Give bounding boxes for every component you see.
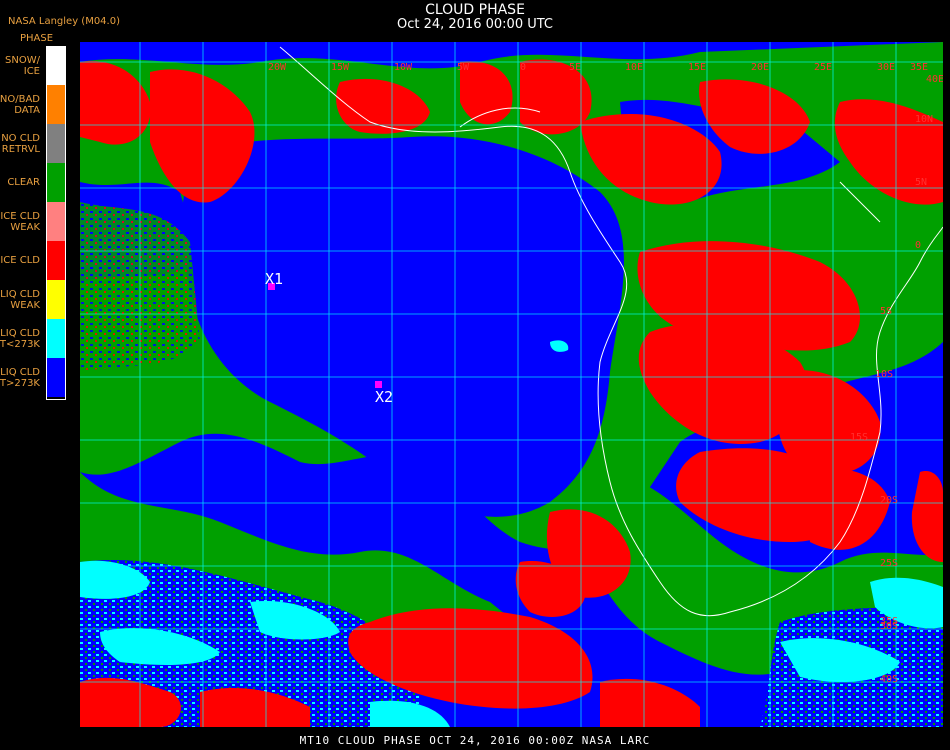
cloud-phase-map[interactable]: 20W 15W 10W 5W 0 5E 10E 15E 20E 25E 30E … xyxy=(80,42,943,727)
lon-label: 40E xyxy=(926,74,943,85)
lat-label: 35S xyxy=(880,616,898,627)
legend-label: ICE xyxy=(23,65,40,77)
map-title: CLOUD PHASE xyxy=(425,2,525,18)
marker-x1[interactable]: X1 xyxy=(265,270,283,290)
lon-label: 20W xyxy=(268,62,287,73)
legend-label: DATA xyxy=(14,104,40,116)
legend-label: ICE CLD xyxy=(0,210,40,222)
legend-label: NO CLD xyxy=(1,132,40,144)
legend-label: ICE CLD xyxy=(0,255,40,266)
lon-label: 15E xyxy=(688,62,706,73)
lon-label: 5E xyxy=(569,62,581,73)
lon-label: 10W xyxy=(394,62,413,73)
legend-label: T<273K xyxy=(0,338,40,350)
map-timestamp: Oct 24, 2016 00:00 UTC xyxy=(397,17,553,32)
legend-label: WEAK xyxy=(10,221,40,233)
lat-label: 10N xyxy=(915,114,933,125)
legend-label: LIQ CLD xyxy=(0,288,40,300)
map-canvas: 20W 15W 10W 5W 0 5E 10E 15E 20E 25E 30E … xyxy=(80,42,943,727)
marker-x1-label: X1 xyxy=(265,270,283,288)
lat-label: 20S xyxy=(880,495,898,506)
lon-label: 0 xyxy=(520,62,526,73)
lon-label: 30E xyxy=(877,62,895,73)
lon-label: 10E xyxy=(625,62,643,73)
lat-label: 15S xyxy=(850,432,868,443)
legend-title: PHASE xyxy=(20,33,54,44)
lon-label: 25E xyxy=(814,62,832,73)
legend-label: WEAK xyxy=(10,299,40,311)
lat-label: 10S xyxy=(875,369,893,380)
lat-label: 5S xyxy=(880,306,892,317)
legend-label: RETRVL xyxy=(1,143,40,155)
legend-label: CLEAR xyxy=(7,177,40,188)
marker-x2-point[interactable] xyxy=(375,381,382,388)
footer-caption: MT10 CLOUD PHASE OCT 24, 2016 00:00Z NAS… xyxy=(299,734,651,747)
legend-label: LIQ CLD xyxy=(0,366,40,378)
lat-label: 0 xyxy=(915,240,921,251)
lon-label: 15W xyxy=(331,62,350,73)
legend-frame xyxy=(46,46,66,400)
lon-label: 5W xyxy=(457,62,470,73)
marker-x2-label: X2 xyxy=(375,388,393,406)
producer-label: NASA Langley (M04.0) xyxy=(8,16,120,27)
legend-label: T>273K xyxy=(0,377,40,389)
lat-label: 5N xyxy=(915,177,927,188)
lon-label: 20E xyxy=(751,62,769,73)
lat-label: 25S xyxy=(880,558,898,569)
legend-label: SNOW/ xyxy=(5,54,40,66)
lon-label: 35E xyxy=(910,62,928,73)
legend-label: NO/BAD xyxy=(0,93,40,105)
legend-label: LIQ CLD xyxy=(0,327,40,339)
lat-label: 40S xyxy=(880,674,898,685)
